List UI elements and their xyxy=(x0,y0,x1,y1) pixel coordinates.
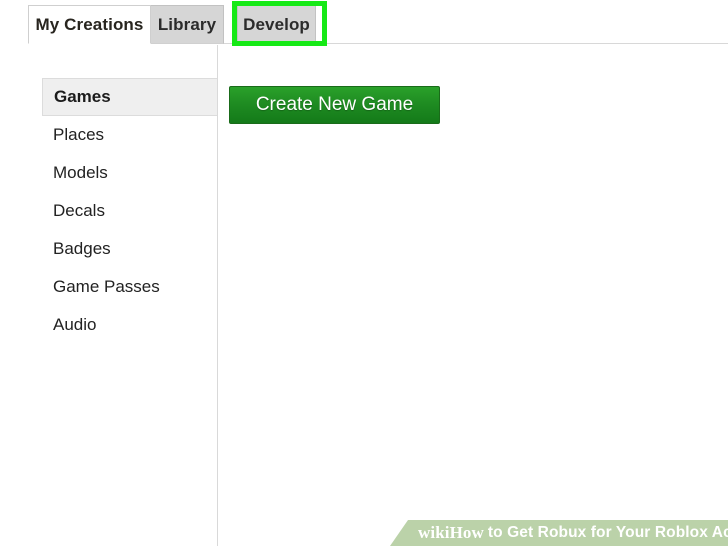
sidebar-item-game-passes[interactable]: Game Passes xyxy=(42,268,218,306)
watermark-wiki-word: wiki xyxy=(418,523,450,542)
watermark-text: wikiHowto Get Robux for Your Roblox Acco… xyxy=(418,520,728,546)
tab-bar: My Creations Library Develop xyxy=(0,0,728,46)
sidebar-item-games[interactable]: Games xyxy=(42,78,218,116)
sidebar-item-places[interactable]: Places xyxy=(42,116,218,154)
main-content-panel: Create New Game xyxy=(218,45,728,546)
sidebar-item-decals[interactable]: Decals xyxy=(42,192,218,230)
sidebar-item-models[interactable]: Models xyxy=(42,154,218,192)
wikihow-watermark: wikiHowto Get Robux for Your Roblox Acco… xyxy=(390,520,728,546)
develop-tab-highlight-box xyxy=(232,1,327,46)
sidebar-item-audio[interactable]: Audio xyxy=(42,306,218,344)
watermark-caption: to Get Robux for Your Roblox Account xyxy=(487,524,728,541)
tab-my-creations[interactable]: My Creations xyxy=(28,5,151,44)
watermark-how-word: How xyxy=(449,523,484,542)
create-new-game-button[interactable]: Create New Game xyxy=(229,86,440,124)
sidebar-item-badges[interactable]: Badges xyxy=(42,230,218,268)
tab-library[interactable]: Library xyxy=(150,5,224,44)
sidebar: Games Places Models Decals Badges Game P… xyxy=(0,45,218,546)
